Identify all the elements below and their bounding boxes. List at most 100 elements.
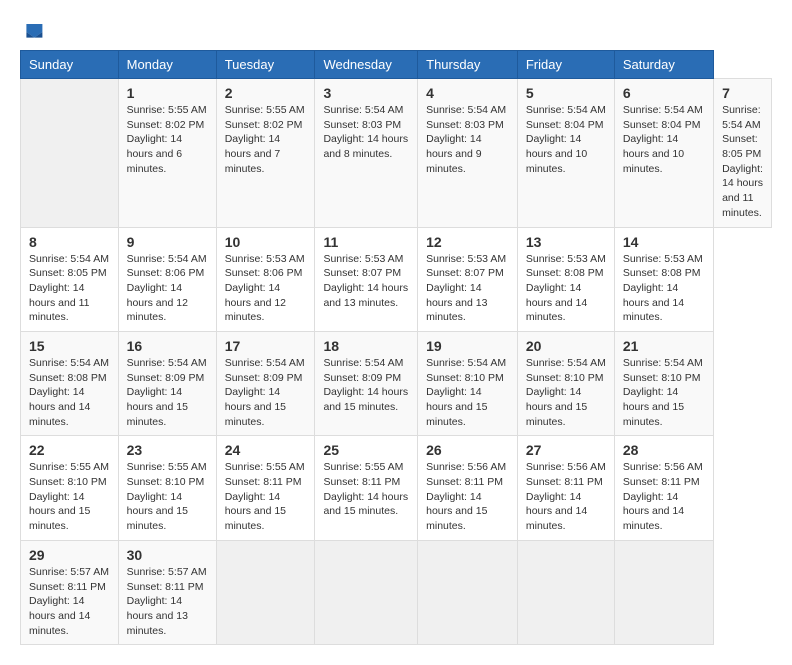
calendar-day-cell: 5 Sunrise: 5:54 AM Sunset: 8:04 PM Dayli… xyxy=(517,79,614,228)
calendar-day-cell: 28 Sunrise: 5:56 AM Sunset: 8:11 PM Dayl… xyxy=(614,436,713,540)
weekday-header: Sunday xyxy=(21,51,119,79)
logo-icon xyxy=(20,20,44,40)
calendar-day-cell: 1 Sunrise: 5:55 AM Sunset: 8:02 PM Dayli… xyxy=(118,79,216,228)
day-info: Sunrise: 5:54 AM Sunset: 8:09 PM Dayligh… xyxy=(323,356,409,415)
calendar-day-cell: 13 Sunrise: 5:53 AM Sunset: 8:08 PM Dayl… xyxy=(517,227,614,331)
day-number: 17 xyxy=(225,338,307,354)
page-header xyxy=(20,20,772,40)
day-number: 3 xyxy=(323,85,409,101)
weekday-header-row: SundayMondayTuesdayWednesdayThursdayFrid… xyxy=(21,51,772,79)
calendar-week-row: 29 Sunrise: 5:57 AM Sunset: 8:11 PM Dayl… xyxy=(21,540,772,644)
calendar-day-cell: 21 Sunrise: 5:54 AM Sunset: 8:10 PM Dayl… xyxy=(614,331,713,435)
day-number: 22 xyxy=(29,442,110,458)
day-info: Sunrise: 5:54 AM Sunset: 8:05 PM Dayligh… xyxy=(722,103,763,221)
day-info: Sunrise: 5:55 AM Sunset: 8:11 PM Dayligh… xyxy=(323,460,409,519)
calendar-day-cell: 9 Sunrise: 5:54 AM Sunset: 8:06 PM Dayli… xyxy=(118,227,216,331)
day-number: 4 xyxy=(426,85,509,101)
calendar-day-cell xyxy=(315,540,418,644)
day-number: 8 xyxy=(29,234,110,250)
day-info: Sunrise: 5:56 AM Sunset: 8:11 PM Dayligh… xyxy=(623,460,705,533)
calendar-day-cell: 10 Sunrise: 5:53 AM Sunset: 8:06 PM Dayl… xyxy=(216,227,315,331)
calendar-day-cell: 18 Sunrise: 5:54 AM Sunset: 8:09 PM Dayl… xyxy=(315,331,418,435)
day-info: Sunrise: 5:54 AM Sunset: 8:05 PM Dayligh… xyxy=(29,252,110,325)
calendar-day-cell xyxy=(21,79,119,228)
day-number: 23 xyxy=(127,442,208,458)
day-number: 27 xyxy=(526,442,606,458)
day-info: Sunrise: 5:54 AM Sunset: 8:04 PM Dayligh… xyxy=(623,103,705,176)
day-number: 21 xyxy=(623,338,705,354)
weekday-header: Monday xyxy=(118,51,216,79)
day-info: Sunrise: 5:55 AM Sunset: 8:02 PM Dayligh… xyxy=(225,103,307,176)
calendar-day-cell: 7 Sunrise: 5:54 AM Sunset: 8:05 PM Dayli… xyxy=(714,79,772,228)
calendar-day-cell: 12 Sunrise: 5:53 AM Sunset: 8:07 PM Dayl… xyxy=(418,227,518,331)
calendar-week-row: 22 Sunrise: 5:55 AM Sunset: 8:10 PM Dayl… xyxy=(21,436,772,540)
calendar-day-cell: 6 Sunrise: 5:54 AM Sunset: 8:04 PM Dayli… xyxy=(614,79,713,228)
day-info: Sunrise: 5:53 AM Sunset: 8:08 PM Dayligh… xyxy=(526,252,606,325)
calendar-table: SundayMondayTuesdayWednesdayThursdayFrid… xyxy=(20,50,772,645)
calendar-day-cell xyxy=(216,540,315,644)
day-info: Sunrise: 5:54 AM Sunset: 8:03 PM Dayligh… xyxy=(426,103,509,176)
day-info: Sunrise: 5:54 AM Sunset: 8:04 PM Dayligh… xyxy=(526,103,606,176)
day-info: Sunrise: 5:55 AM Sunset: 8:10 PM Dayligh… xyxy=(29,460,110,533)
day-info: Sunrise: 5:53 AM Sunset: 8:08 PM Dayligh… xyxy=(623,252,705,325)
calendar-day-cell: 27 Sunrise: 5:56 AM Sunset: 8:11 PM Dayl… xyxy=(517,436,614,540)
day-info: Sunrise: 5:53 AM Sunset: 8:07 PM Dayligh… xyxy=(323,252,409,311)
day-info: Sunrise: 5:54 AM Sunset: 8:06 PM Dayligh… xyxy=(127,252,208,325)
day-info: Sunrise: 5:57 AM Sunset: 8:11 PM Dayligh… xyxy=(127,565,208,638)
calendar-day-cell: 17 Sunrise: 5:54 AM Sunset: 8:09 PM Dayl… xyxy=(216,331,315,435)
day-number: 20 xyxy=(526,338,606,354)
day-info: Sunrise: 5:54 AM Sunset: 8:10 PM Dayligh… xyxy=(623,356,705,429)
calendar-day-cell: 24 Sunrise: 5:55 AM Sunset: 8:11 PM Dayl… xyxy=(216,436,315,540)
calendar-day-cell: 29 Sunrise: 5:57 AM Sunset: 8:11 PM Dayl… xyxy=(21,540,119,644)
calendar-day-cell: 4 Sunrise: 5:54 AM Sunset: 8:03 PM Dayli… xyxy=(418,79,518,228)
day-number: 25 xyxy=(323,442,409,458)
day-number: 16 xyxy=(127,338,208,354)
day-info: Sunrise: 5:54 AM Sunset: 8:10 PM Dayligh… xyxy=(426,356,509,429)
day-info: Sunrise: 5:56 AM Sunset: 8:11 PM Dayligh… xyxy=(426,460,509,533)
calendar-day-cell xyxy=(418,540,518,644)
day-number: 15 xyxy=(29,338,110,354)
day-info: Sunrise: 5:57 AM Sunset: 8:11 PM Dayligh… xyxy=(29,565,110,638)
calendar-day-cell: 22 Sunrise: 5:55 AM Sunset: 8:10 PM Dayl… xyxy=(21,436,119,540)
calendar-day-cell: 11 Sunrise: 5:53 AM Sunset: 8:07 PM Dayl… xyxy=(315,227,418,331)
calendar-day-cell xyxy=(614,540,713,644)
calendar-day-cell: 23 Sunrise: 5:55 AM Sunset: 8:10 PM Dayl… xyxy=(118,436,216,540)
calendar-day-cell: 14 Sunrise: 5:53 AM Sunset: 8:08 PM Dayl… xyxy=(614,227,713,331)
weekday-header: Tuesday xyxy=(216,51,315,79)
calendar-day-cell: 3 Sunrise: 5:54 AM Sunset: 8:03 PM Dayli… xyxy=(315,79,418,228)
calendar-day-cell: 16 Sunrise: 5:54 AM Sunset: 8:09 PM Dayl… xyxy=(118,331,216,435)
day-number: 1 xyxy=(127,85,208,101)
day-number: 29 xyxy=(29,547,110,563)
day-info: Sunrise: 5:54 AM Sunset: 8:09 PM Dayligh… xyxy=(127,356,208,429)
day-info: Sunrise: 5:54 AM Sunset: 8:08 PM Dayligh… xyxy=(29,356,110,429)
day-number: 24 xyxy=(225,442,307,458)
calendar-week-row: 1 Sunrise: 5:55 AM Sunset: 8:02 PM Dayli… xyxy=(21,79,772,228)
day-number: 28 xyxy=(623,442,705,458)
calendar-day-cell: 30 Sunrise: 5:57 AM Sunset: 8:11 PM Dayl… xyxy=(118,540,216,644)
calendar-day-cell: 15 Sunrise: 5:54 AM Sunset: 8:08 PM Dayl… xyxy=(21,331,119,435)
day-info: Sunrise: 5:55 AM Sunset: 8:02 PM Dayligh… xyxy=(127,103,208,176)
day-number: 2 xyxy=(225,85,307,101)
logo xyxy=(20,20,48,40)
day-number: 7 xyxy=(722,85,763,101)
weekday-header: Wednesday xyxy=(315,51,418,79)
day-info: Sunrise: 5:54 AM Sunset: 8:09 PM Dayligh… xyxy=(225,356,307,429)
day-number: 14 xyxy=(623,234,705,250)
calendar-week-row: 15 Sunrise: 5:54 AM Sunset: 8:08 PM Dayl… xyxy=(21,331,772,435)
day-number: 9 xyxy=(127,234,208,250)
calendar-day-cell: 8 Sunrise: 5:54 AM Sunset: 8:05 PM Dayli… xyxy=(21,227,119,331)
calendar-day-cell: 26 Sunrise: 5:56 AM Sunset: 8:11 PM Dayl… xyxy=(418,436,518,540)
day-number: 26 xyxy=(426,442,509,458)
day-info: Sunrise: 5:54 AM Sunset: 8:10 PM Dayligh… xyxy=(526,356,606,429)
day-number: 13 xyxy=(526,234,606,250)
calendar-week-row: 8 Sunrise: 5:54 AM Sunset: 8:05 PM Dayli… xyxy=(21,227,772,331)
day-number: 19 xyxy=(426,338,509,354)
weekday-header: Saturday xyxy=(614,51,713,79)
day-number: 18 xyxy=(323,338,409,354)
day-number: 30 xyxy=(127,547,208,563)
day-number: 6 xyxy=(623,85,705,101)
day-info: Sunrise: 5:55 AM Sunset: 8:10 PM Dayligh… xyxy=(127,460,208,533)
day-info: Sunrise: 5:55 AM Sunset: 8:11 PM Dayligh… xyxy=(225,460,307,533)
day-info: Sunrise: 5:53 AM Sunset: 8:07 PM Dayligh… xyxy=(426,252,509,325)
calendar-day-cell xyxy=(517,540,614,644)
